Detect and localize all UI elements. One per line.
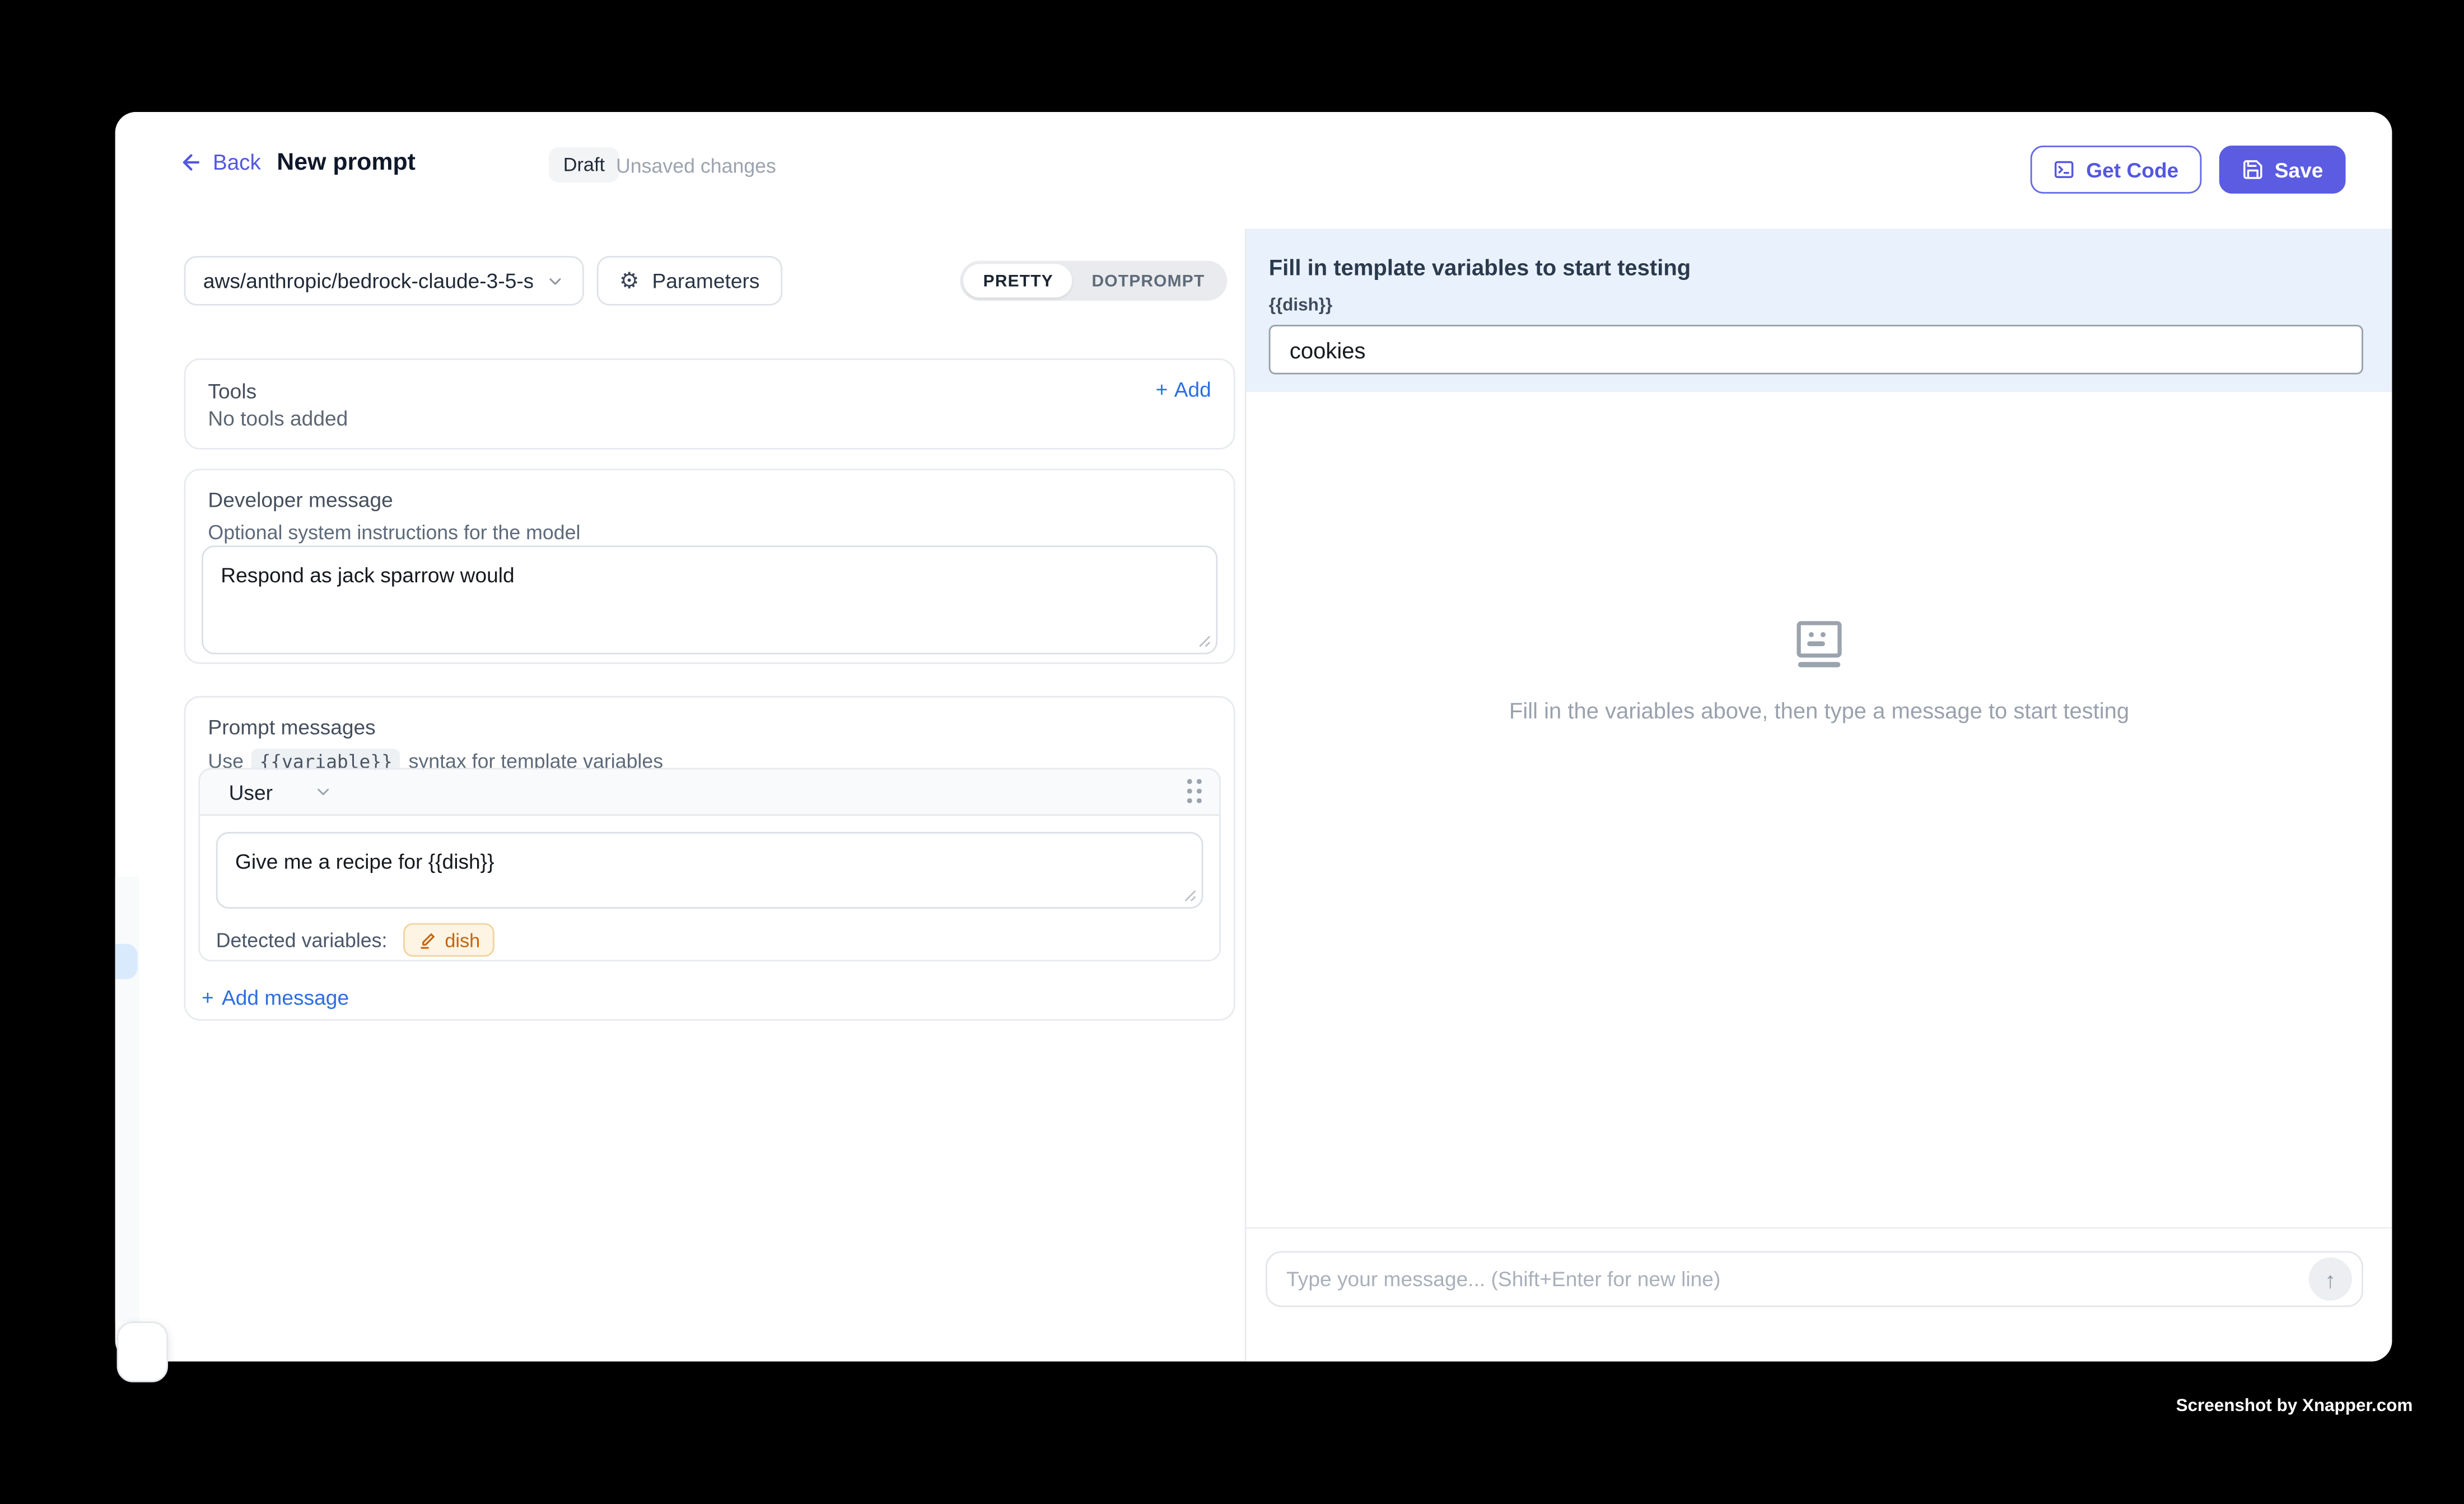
dish-variable-input[interactable] — [1269, 325, 2363, 375]
developer-message-card: Developer message Optional system instru… — [184, 469, 1235, 664]
tab-pretty[interactable]: PRETTY — [964, 264, 1072, 297]
screenshot-stage: Back New prompt Draft Unsaved changes Ge… — [0, 0, 2464, 1504]
pencil-icon — [418, 930, 437, 949]
resize-handle-icon[interactable] — [1182, 888, 1197, 903]
header-actions: Get Code Save — [2030, 146, 2345, 194]
detected-variables-row: Detected variables: dish — [216, 923, 494, 957]
prompt-messages-title: Prompt messages — [208, 715, 1211, 739]
model-select-value: aws/anthropic/bedrock-claude-3-5-s... — [203, 269, 533, 293]
back-label: Back — [213, 151, 261, 175]
prompt-messages-card: Prompt messages Use {{variable}} syntax … — [184, 696, 1235, 1021]
message-textarea[interactable]: Give me a recipe for {{dish}} — [216, 832, 1203, 909]
robot-face-icon — [1790, 616, 1848, 674]
popover-fragment — [117, 1321, 168, 1382]
app-window: Back New prompt Draft Unsaved changes Ge… — [115, 112, 2392, 1361]
sidebar-active-item-fragment — [115, 944, 138, 979]
save-label: Save — [2275, 157, 2323, 181]
message-role-row: User — [200, 769, 1219, 816]
page-title: New prompt — [277, 149, 416, 176]
send-button[interactable]: ↑ — [2309, 1258, 2352, 1301]
composer-footer: Type your message... (Shift+Enter for ne… — [1247, 1227, 2392, 1361]
resize-handle-icon[interactable] — [1197, 633, 1211, 648]
variable-badge-label: dish — [445, 929, 480, 951]
developer-message-title: Developer message — [208, 488, 1211, 512]
prompt-editor-pane: aws/anthropic/bedrock-claude-3-5-s... ⚙ … — [115, 229, 1245, 1362]
model-toolbar: aws/anthropic/bedrock-claude-3-5-s... ⚙ … — [184, 256, 1234, 306]
unsaved-changes-text: Unsaved changes — [616, 155, 776, 178]
gear-icon: ⚙ — [619, 269, 640, 292]
template-variables-panel: Fill in template variables to start test… — [1247, 229, 2392, 392]
plus-icon: + — [202, 985, 214, 1010]
add-message-label: Add message — [222, 985, 349, 1010]
parameters-button[interactable]: ⚙ Parameters — [597, 256, 782, 306]
chat-empty-state: Fill in the variables above, then type a… — [1247, 616, 2392, 723]
test-pane: Fill in template variables to start test… — [1245, 229, 2392, 1362]
get-code-button[interactable]: Get Code — [2030, 146, 2201, 194]
role-select[interactable]: User — [229, 780, 273, 804]
parameters-label: Parameters — [652, 269, 759, 293]
header: Back New prompt Draft Unsaved changes Ge… — [115, 112, 2392, 230]
dish-variable-label: {{dish}} — [1269, 296, 2370, 315]
composer-placeholder: Type your message... (Shift+Enter for ne… — [1286, 1267, 2309, 1291]
chevron-down-icon — [545, 271, 564, 290]
view-mode-toggle: PRETTY DOTPROMPT — [961, 261, 1228, 301]
chat-empty-text: Fill in the variables above, then type a… — [1509, 698, 2129, 723]
tools-title: Tools — [208, 379, 1211, 403]
tools-empty-text: No tools added — [208, 407, 348, 431]
add-tool-button[interactable]: + Add — [1156, 377, 1211, 401]
chevron-down-icon[interactable] — [314, 782, 333, 801]
chat-area: Fill in the variables above, then type a… — [1247, 392, 2392, 1229]
status-badge: Draft — [549, 147, 619, 183]
tab-dotprompt[interactable]: DOTPROMPT — [1072, 264, 1224, 297]
developer-message-textarea[interactable]: Respond as jack sparrow would — [202, 545, 1217, 654]
save-button[interactable]: Save — [2219, 146, 2346, 194]
tools-card: Tools + Add No tools added — [184, 358, 1235, 450]
save-floppy-icon — [2241, 158, 2264, 181]
variables-heading: Fill in template variables to start test… — [1269, 254, 2370, 280]
back-button[interactable]: Back — [179, 151, 261, 175]
code-terminal-icon — [2052, 158, 2075, 181]
developer-message-subtitle: Optional system instructions for the mod… — [208, 521, 1211, 544]
model-select[interactable]: aws/anthropic/bedrock-claude-3-5-s... — [184, 256, 584, 306]
add-tool-label: Add — [1174, 377, 1211, 401]
drag-handle-icon[interactable] — [1187, 779, 1203, 805]
arrow-left-icon — [179, 151, 203, 175]
message-composer[interactable]: Type your message... (Shift+Enter for ne… — [1266, 1251, 2363, 1307]
message-block: User Give me a recipe for {{dish}} Detec… — [198, 768, 1221, 961]
detected-variables-label: Detected variables: — [216, 929, 388, 951]
plus-icon: + — [1156, 377, 1168, 401]
get-code-label: Get Code — [2086, 157, 2178, 181]
variable-badge-dish[interactable]: dish — [403, 923, 494, 957]
add-message-button[interactable]: + Add message — [202, 985, 349, 1010]
watermark-text: Screenshot by Xnapper.com — [2176, 1396, 2413, 1416]
arrow-up-icon: ↑ — [2325, 1266, 2336, 1292]
